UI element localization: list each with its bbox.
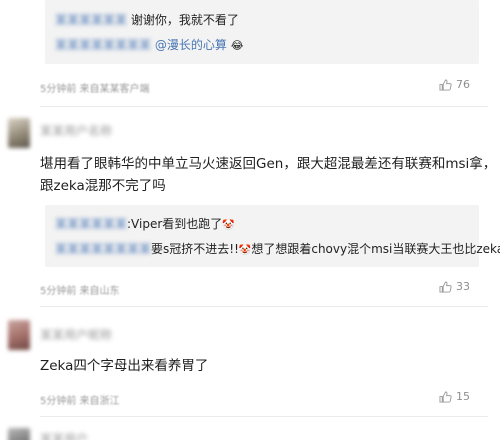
reply-text: 要s冠挤不进去!! [151,242,239,256]
like-count: 76 [456,78,470,91]
reply-username[interactable]: 某某某某某某某某 [55,242,151,256]
comment-text: 堪用看了眼韩华的中单立马火速返回Gen，跟大超混最差还有联赛和msi拿， [40,156,497,172]
comment-meta: 5分钟前 来自某某客户端 [40,84,150,95]
like-button[interactable]: 76 [439,78,470,91]
reply-line: 某某某某某某某某要s冠挤不进去!!🤡想了想跟着chovy混个msi当联赛大王也比… [55,242,500,258]
reply-text: :Viper看到也跑了 [127,217,223,231]
thumb-up-icon [439,280,452,293]
reply-thread-box: 某某某某某某 谢谢你，我就不看了 某某某某某某某某 @漫长的心算 😂 [45,0,479,64]
divider [40,106,488,107]
reply-line: 某某某某某某 谢谢你，我就不看了 [55,13,239,27]
reply-thread-box: 某某某某某某:Viper看到也跑了🤡 某某某某某某某某要s冠挤不进去!!🤡想了想… [45,205,500,267]
comment-username[interactable]: 某某用户昵称 [40,326,112,343]
like-button[interactable]: 15 [439,390,470,403]
reply-line: 某某某某某某:Viper看到也跑了🤡 [55,217,235,233]
divider [40,416,488,417]
comment-text: 跟zeka混那不完了吗 [40,178,166,194]
avatar[interactable] [8,118,30,148]
avatar[interactable] [8,428,30,440]
reply-text: 想了想跟着chovy混个msi当联赛大王也比zeka强 [251,242,500,256]
reply-username[interactable]: 某某某某某某 [55,217,127,231]
thumb-up-icon [439,390,452,403]
emoji-icon: 🤡 [238,245,252,256]
emoji-icon: 🤡 [222,220,235,231]
reply-username[interactable]: 某某某某某某 [55,13,127,27]
like-count: 33 [456,280,470,293]
like-count: 15 [456,390,470,403]
emoji-icon: 😂 [230,39,244,52]
comment-text: Zeka四个字母出来看养胃了 [40,358,209,374]
comment-username[interactable]: 某某用户名称 [40,122,112,139]
comment-meta: 5分钟前 来自山东 [40,286,120,297]
avatar[interactable] [8,320,30,350]
mention-link[interactable]: @漫长的心算 [155,38,227,52]
thumb-up-icon [439,78,452,91]
comment-meta: 5分钟前 来自浙江 [40,396,120,407]
comment-username[interactable]: 某某用户 [40,430,88,440]
reply-username[interactable]: 某某某某某某某某 [55,38,151,52]
reply-text: 谢谢你，我就不看了 [130,13,239,27]
like-button[interactable]: 33 [439,280,470,293]
reply-line: 某某某某某某某某 @漫长的心算 😂 [55,38,244,53]
divider [40,306,488,307]
